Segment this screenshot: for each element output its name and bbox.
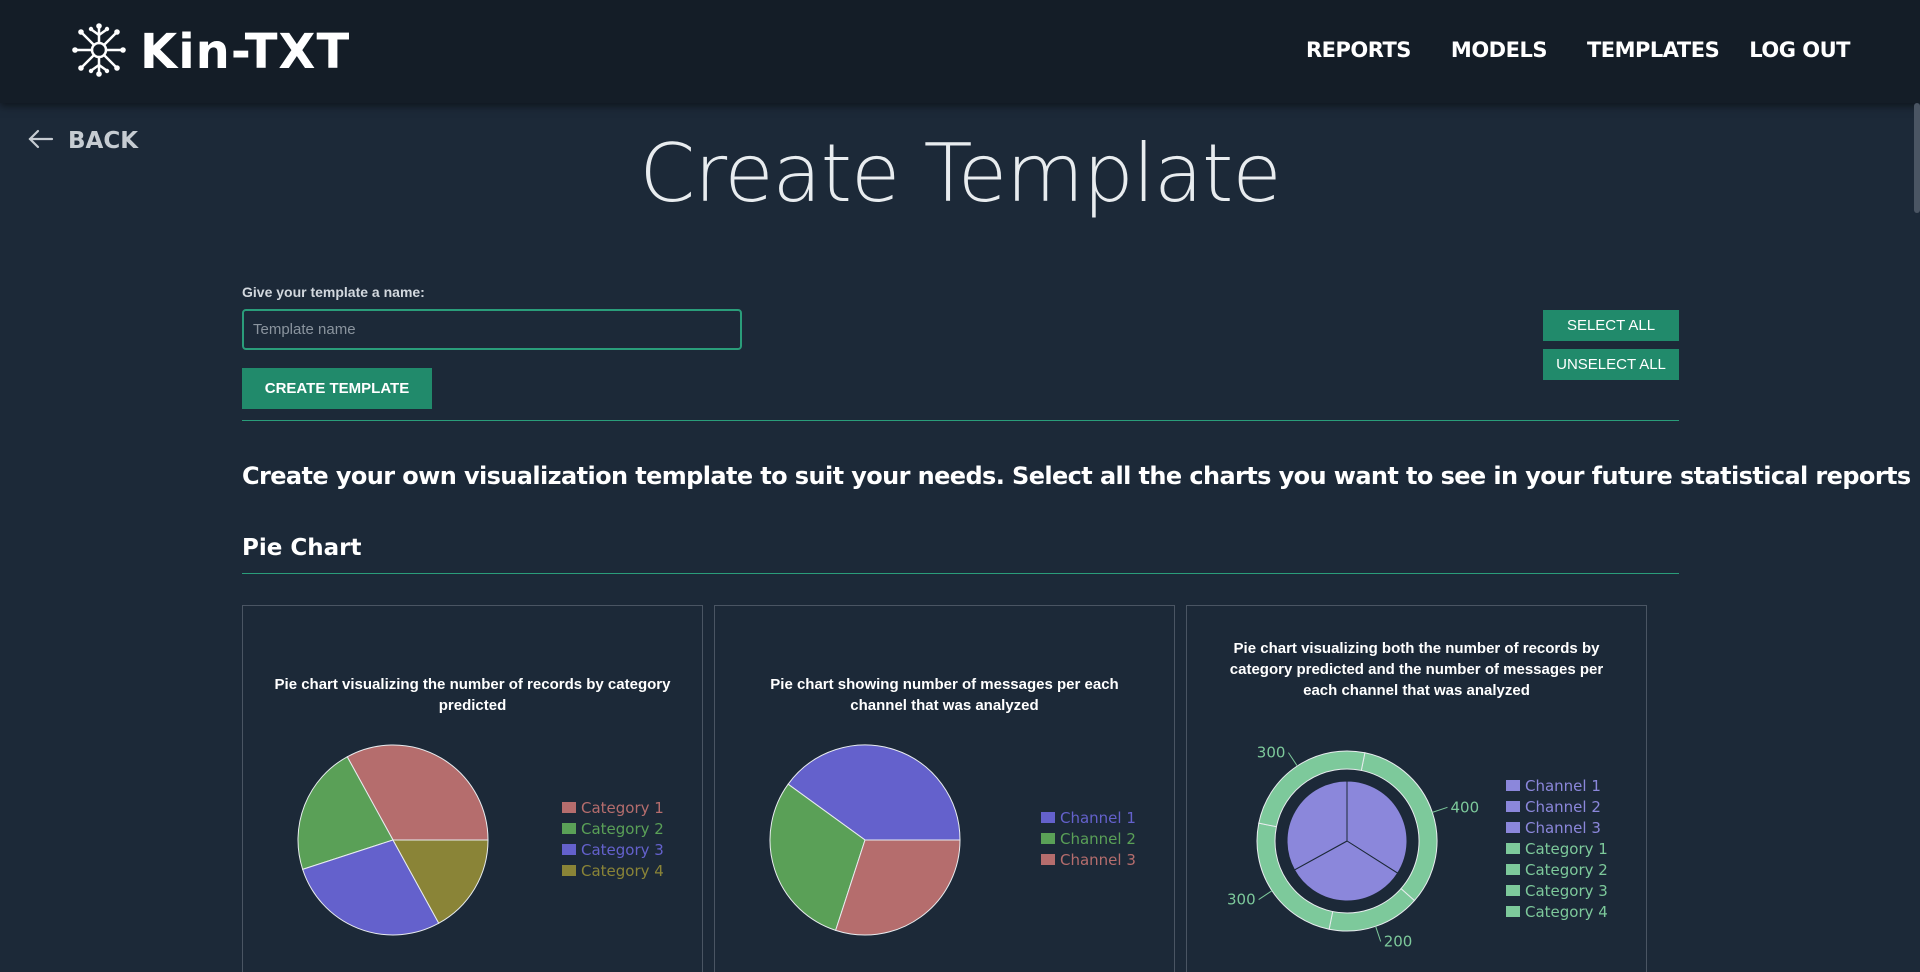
nav-templates[interactable]: TEMPLATES xyxy=(1587,38,1720,62)
legend-item: Channel 2 xyxy=(1041,828,1136,849)
legend-swatch xyxy=(562,823,576,834)
legend-item: Category 1 xyxy=(1506,838,1608,859)
create-template-button[interactable]: CREATE TEMPLATE xyxy=(242,368,432,409)
legend-item: Category 4 xyxy=(562,860,664,881)
legend-label: Channel 3 xyxy=(1060,850,1136,869)
slice-value-label: 300 xyxy=(1257,744,1286,762)
chart-card-combined[interactable]: Pie chart visualizing both the number of… xyxy=(1186,605,1647,972)
template-name-label: Give your template a name: xyxy=(242,284,425,300)
chart-legend: Channel 1 Channel 2 Channel 3 Category 1… xyxy=(1506,775,1608,922)
nav-models[interactable]: MODELS xyxy=(1451,38,1548,62)
select-all-button[interactable]: SELECT ALL xyxy=(1543,310,1679,341)
chart-legend: Channel 1 Channel 2 Channel 3 xyxy=(1041,807,1136,870)
brand[interactable]: Kin-TXT xyxy=(70,22,351,80)
legend-label: Category 3 xyxy=(1525,881,1608,900)
legend-swatch xyxy=(562,865,576,876)
legend-item: Category 2 xyxy=(1506,859,1608,880)
top-navbar: Kin-TXT REPORTS MODELS TEMPLATES LOG OUT xyxy=(0,0,1920,103)
legend-label: Channel 1 xyxy=(1525,776,1601,795)
intro-text: Create your own visualization template t… xyxy=(242,462,1911,490)
slice-value-label: 300 xyxy=(1227,891,1256,909)
label-leader-line xyxy=(1258,890,1273,900)
label-leader-line xyxy=(1432,806,1448,813)
legend-swatch xyxy=(1506,864,1520,875)
unselect-all-button[interactable]: UNSELECT ALL xyxy=(1543,349,1679,380)
legend-label: Channel 2 xyxy=(1060,829,1136,848)
legend-swatch xyxy=(1506,885,1520,896)
legend-label: Channel 3 xyxy=(1525,818,1601,837)
nested-pie-chart: 400 200 300 300 xyxy=(1227,744,1479,951)
legend-item: Category 3 xyxy=(1506,880,1608,901)
divider xyxy=(242,420,1679,421)
pie-chart xyxy=(297,744,489,936)
legend-label: Category 2 xyxy=(1525,860,1608,879)
card-title: Pie chart visualizing the number of reco… xyxy=(274,676,671,714)
legend-swatch xyxy=(562,802,576,813)
legend-swatch xyxy=(1041,833,1055,844)
label-leader-line xyxy=(1375,926,1382,942)
slice-value-label: 200 xyxy=(1384,932,1413,950)
chart-card-records-by-category[interactable]: Pie chart visualizing the number of reco… xyxy=(242,605,703,972)
page-title: Create Template xyxy=(639,127,1281,220)
legend-item: Channel 1 xyxy=(1506,775,1608,796)
legend-swatch xyxy=(1041,854,1055,865)
network-molecule-icon xyxy=(70,21,128,84)
legend-item: Category 4 xyxy=(1506,901,1608,922)
section-divider xyxy=(242,573,1679,574)
slice-value-label: 400 xyxy=(1450,798,1479,816)
nav-logout[interactable]: LOG OUT xyxy=(1749,38,1850,62)
legend-label: Category 2 xyxy=(581,819,664,838)
label-leader-line xyxy=(1288,752,1298,767)
legend-swatch xyxy=(1506,906,1520,917)
chart-legend: Category 1 Category 2 Category 3 Categor… xyxy=(562,797,664,881)
legend-label: Category 4 xyxy=(581,861,664,880)
card-title: Pie chart visualizing both the number of… xyxy=(1229,640,1604,699)
legend-label: Channel 1 xyxy=(1060,808,1136,827)
legend-swatch xyxy=(1506,822,1520,833)
legend-label: Channel 2 xyxy=(1525,797,1601,816)
brand-name: Kin-TXT xyxy=(140,24,351,80)
legend-item: Category 3 xyxy=(562,839,664,860)
scrollbar[interactable] xyxy=(1914,103,1920,213)
legend-swatch xyxy=(1506,843,1520,854)
chart-card-messages-per-channel[interactable]: Pie chart showing number of messages per… xyxy=(714,605,1175,972)
pie-chart xyxy=(769,744,961,936)
legend-item: Channel 2 xyxy=(1506,796,1608,817)
legend-item: Channel 3 xyxy=(1041,849,1136,870)
legend-item: Channel 3 xyxy=(1506,817,1608,838)
legend-label: Category 1 xyxy=(581,798,664,817)
legend-item: Category 2 xyxy=(562,818,664,839)
main-nav: REPORTS MODELS TEMPLATES LOG OUT xyxy=(1306,38,1851,62)
legend-swatch xyxy=(1506,801,1520,812)
legend-swatch xyxy=(1041,812,1055,823)
nav-reports[interactable]: REPORTS xyxy=(1306,38,1411,62)
legend-item: Category 1 xyxy=(562,797,664,818)
legend-label: Category 1 xyxy=(1525,839,1608,858)
card-title: Pie chart showing number of messages per… xyxy=(770,676,1119,714)
legend-swatch xyxy=(1506,780,1520,791)
section-title-pie-chart: Pie Chart xyxy=(242,535,362,561)
legend-label: Category 3 xyxy=(581,840,664,859)
legend-swatch xyxy=(562,844,576,855)
legend-label: Category 4 xyxy=(1525,902,1608,921)
legend-item: Channel 1 xyxy=(1041,807,1136,828)
template-name-input[interactable] xyxy=(242,309,742,350)
